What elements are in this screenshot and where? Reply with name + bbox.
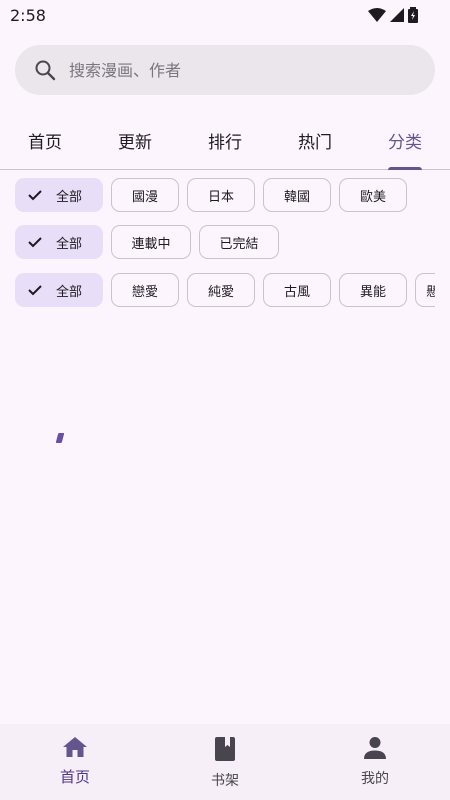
wifi-icon (368, 8, 386, 22)
tab-categories[interactable]: 分类 (375, 128, 435, 153)
tab-bar: 首页 更新 排行 热门 分类 (0, 110, 450, 170)
chip-status-completed[interactable]: 已完結 (199, 225, 279, 259)
status-filter-row: 全部 連載中 已完結 (15, 225, 435, 259)
chip-region-kr[interactable]: 韓國 (263, 178, 331, 212)
loading-spinner (55, 433, 65, 443)
chip-status-all[interactable]: 全部 (15, 225, 103, 259)
tab-popular[interactable]: 热门 (285, 128, 345, 153)
tab-updates[interactable]: 更新 (105, 128, 165, 153)
chip-genre-supernatural[interactable]: 異能 (339, 273, 407, 307)
chip-region-jp[interactable]: 日本 (187, 178, 255, 212)
chip-label: 全部 (56, 189, 83, 205)
chip-region-west[interactable]: 歐美 (339, 178, 407, 212)
tab-home[interactable]: 首页 (15, 128, 75, 153)
status-time: 2:58 (10, 6, 46, 25)
chip-genre-all[interactable]: 全部 (15, 273, 103, 307)
chip-genre-romance[interactable]: 戀愛 (111, 273, 179, 307)
chip-genre-ancient[interactable]: 古風 (263, 273, 331, 307)
battery-icon (408, 7, 418, 23)
check-icon (28, 285, 42, 296)
chip-genre-pure-love[interactable]: 純愛 (187, 273, 255, 307)
home-icon (63, 737, 87, 757)
check-icon (28, 190, 42, 201)
chip-region-cn[interactable]: 國漫 (111, 178, 179, 212)
genre-filter-row: 全部 戀愛 純愛 古風 異能 懸 (15, 273, 435, 307)
nav-profile-label: 我的 (361, 771, 389, 787)
chip-region-all[interactable]: 全部 (15, 178, 103, 212)
chip-label: 全部 (56, 236, 83, 252)
person-icon (364, 737, 386, 759)
search-input[interactable] (69, 60, 399, 80)
search-bar[interactable] (15, 45, 435, 95)
tab-indicator (388, 167, 422, 170)
nav-bookshelf[interactable]: 书架 (185, 736, 265, 790)
chip-label: 全部 (56, 284, 83, 300)
tab-ranking[interactable]: 排行 (195, 128, 255, 153)
status-bar: 2:58 (0, 0, 450, 32)
region-filter-row: 全部 國漫 日本 韓國 歐美 (15, 178, 435, 212)
nav-home[interactable]: 首页 (35, 736, 115, 787)
nav-home-label: 首页 (59, 768, 90, 786)
bottom-navigation: 首页 书架 我的 (0, 724, 450, 800)
check-icon (28, 237, 42, 248)
signal-icon (390, 8, 404, 22)
chip-genre-suspense[interactable]: 懸 (415, 273, 435, 307)
status-icons (368, 7, 418, 23)
bookshelf-icon (215, 737, 235, 761)
nav-profile[interactable]: 我的 (335, 736, 415, 788)
nav-bookshelf-label: 书架 (211, 773, 239, 789)
chip-status-ongoing[interactable]: 連載中 (111, 225, 191, 259)
search-icon (35, 60, 56, 81)
